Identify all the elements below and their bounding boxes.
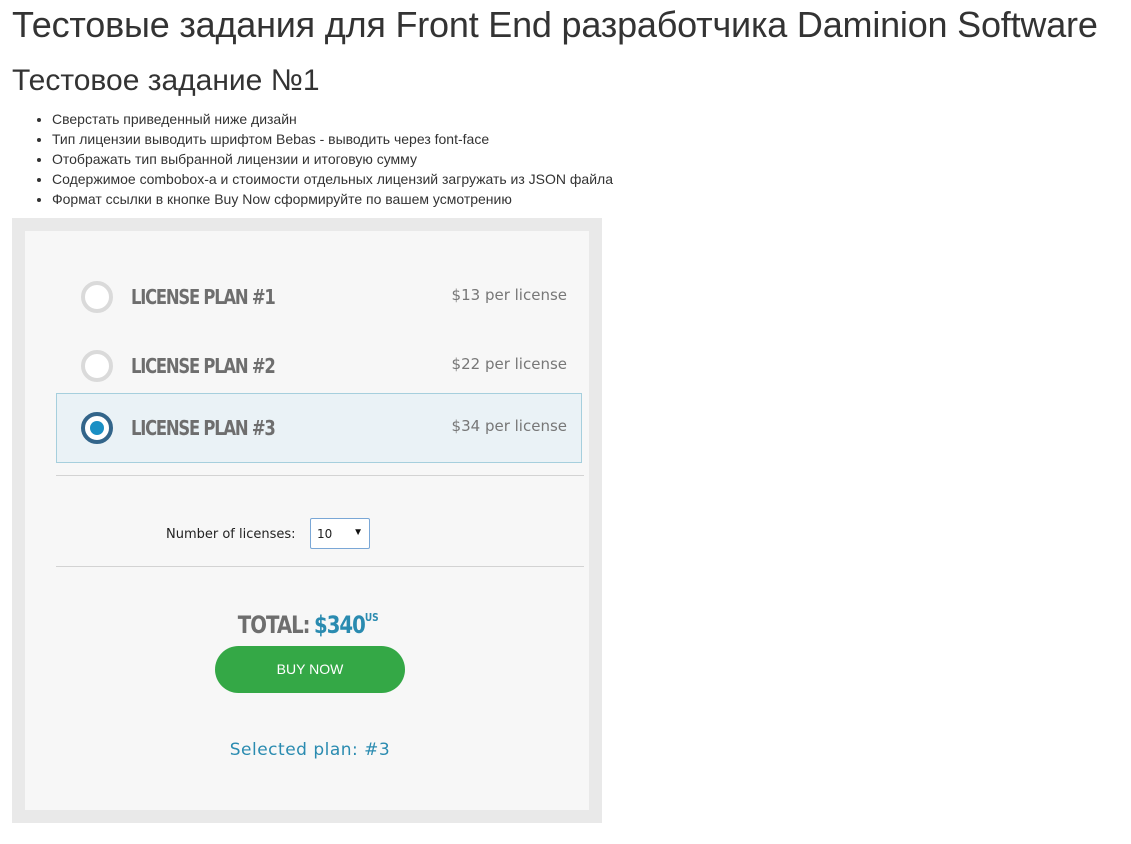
licenses-count-value: 10 [317,527,333,541]
plan-1-name: License plan #1 [131,285,276,309]
radio-dot-icon [90,421,104,435]
licenses-label: Number of licenses: [166,527,296,542]
license-widget-panel: License plan #1 $13 per license License … [25,231,589,810]
task-title: Тестовое задание №1 [12,64,320,97]
plan-option-2[interactable]: License plan #2 $22 per license [56,331,582,401]
plan-option-3[interactable]: License plan #3 $34 per license [56,393,582,463]
divider [56,566,584,567]
plan-3-name: License plan #3 [131,416,276,440]
plan-3-radio[interactable] [81,412,113,444]
plan-2-name: License plan #2 [131,354,276,378]
total-line: TOTAL: $340US [25,611,589,639]
requirement-item: Тип лицензии выводить шрифтом Bebas - вы… [52,129,613,149]
requirements-list: Сверстать приведенный ниже дизайн Тип ли… [12,109,613,209]
page-title: Тестовые задания для Front End разработч… [12,4,1098,45]
total-amount-group: $340US [314,611,379,639]
buy-now-button[interactable]: BUY NOW [215,646,405,693]
licenses-count-select[interactable]: 10 ▼ [310,518,370,549]
requirement-item: Формат ссылки в кнопке Buy Now сформируй… [52,189,613,209]
licenses-row: Number of licenses: 10 ▼ [25,518,589,550]
requirement-item: Содержимое combobox-a и стоимости отдель… [52,169,613,189]
plan-2-radio[interactable] [81,350,113,382]
total-label: TOTAL: [237,611,310,639]
requirement-item: Отображать тип выбранной лицензии и итог… [52,149,613,169]
license-widget: License plan #1 $13 per license License … [12,218,602,823]
divider [56,475,584,476]
plan-2-price: $22 per license [451,355,567,373]
total-amount: $340 [313,611,366,639]
dropdown-arrow-icon: ▼ [353,527,363,538]
selected-plan-text: Selected plan: #3 [229,740,391,760]
total-currency: US [364,611,379,624]
plan-option-1[interactable]: License plan #1 $13 per license [56,262,582,332]
requirement-item: Сверстать приведенный ниже дизайн [52,109,613,129]
plan-1-radio[interactable] [81,281,113,313]
plan-1-price: $13 per license [451,286,567,304]
plan-3-price: $34 per license [451,417,567,435]
